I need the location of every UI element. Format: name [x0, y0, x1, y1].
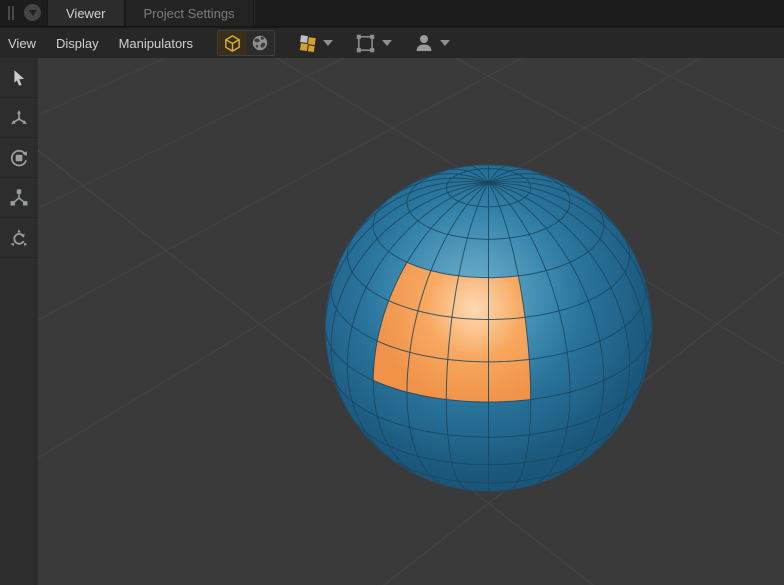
shading-toggle-group — [217, 30, 276, 56]
globe-toggle[interactable] — [246, 31, 275, 55]
user-dropdown[interactable] — [414, 33, 451, 53]
menu-manipulators[interactable]: Manipulators — [109, 28, 203, 58]
orient-icon — [10, 228, 28, 246]
tab-bar-filler — [253, 0, 784, 26]
marquee-select-dropdown[interactable] — [355, 33, 393, 54]
application-window: Viewer Project Settings View Display Man… — [0, 0, 784, 585]
cursor-icon — [14, 69, 25, 86]
tab-project-settings[interactable]: Project Settings — [124, 0, 254, 26]
shaded-cube-toggle[interactable] — [218, 31, 247, 55]
scale-tool-button[interactable] — [0, 178, 38, 218]
translate-icon — [11, 109, 27, 124]
chevron-down-icon — [28, 10, 37, 16]
layout-tiles-dropdown[interactable] — [297, 33, 334, 53]
panel-grip-icon[interactable] — [8, 6, 18, 20]
chevron-down-icon — [382, 40, 393, 46]
tab-project-settings-label: Project Settings — [143, 5, 235, 21]
panel-menu-button[interactable] — [24, 4, 41, 21]
translate-tool-button[interactable] — [0, 98, 38, 138]
menu-bar: View Display Manipulators — [0, 27, 784, 58]
tab-viewer[interactable]: Viewer — [47, 0, 125, 26]
layout-tiles-icon — [299, 35, 316, 53]
viewer-body — [0, 58, 784, 585]
menu-view[interactable]: View — [0, 28, 46, 58]
tool-sidebar — [0, 58, 38, 585]
tab-bar: Viewer Project Settings — [0, 0, 784, 27]
cube-icon — [224, 34, 240, 52]
rotate-tool-button[interactable] — [0, 138, 38, 178]
select-tool-button[interactable] — [0, 58, 38, 98]
tool-sidebar-filler — [0, 258, 38, 585]
scale-icon — [10, 188, 28, 206]
orient-tool-button[interactable] — [0, 218, 38, 258]
tab-viewer-label: Viewer — [66, 5, 106, 21]
menu-display[interactable]: Display — [46, 28, 109, 58]
viewport-canvas[interactable] — [38, 58, 784, 585]
user-icon — [416, 35, 432, 51]
chevron-down-icon — [323, 40, 334, 46]
marquee-select-icon — [356, 34, 375, 52]
viewport-3d[interactable] — [38, 58, 784, 585]
chevron-down-icon — [440, 40, 451, 46]
rotate-icon — [10, 149, 28, 166]
globe-icon — [252, 35, 268, 51]
